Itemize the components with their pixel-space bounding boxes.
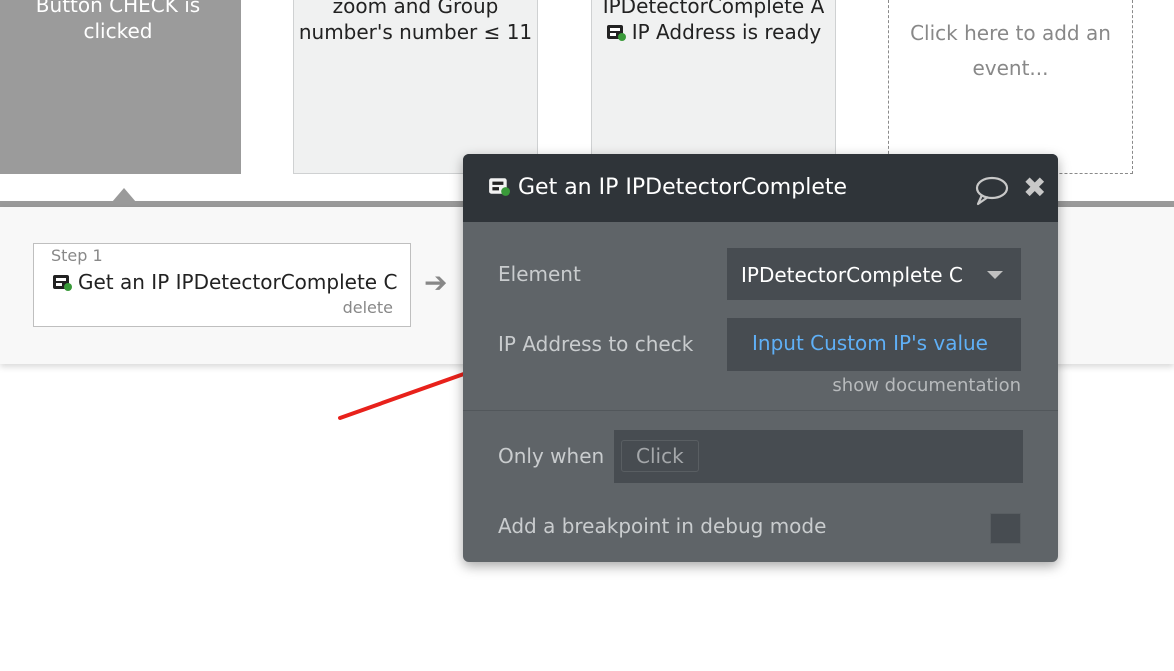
breakpoint-label: Add a breakpoint in debug mode	[498, 514, 827, 538]
event-card-line: Button CHECK is	[35, 0, 201, 17]
step-1-card[interactable]: Step 1 Get an IP IPDetectorComplete C de…	[33, 243, 411, 327]
only-when-placeholder[interactable]: Click	[621, 440, 699, 472]
arrow-right-icon: ➔	[424, 266, 448, 299]
event-card-ip-ready[interactable]: IPDetectorComplete A IP Address is ready	[591, 0, 836, 174]
plugin-icon	[606, 25, 626, 41]
event-card-line: IP Address is ready	[631, 20, 822, 44]
add-event-line: Click here to add an	[910, 21, 1111, 45]
element-label: Element	[498, 262, 581, 286]
selected-event-pointer	[112, 188, 136, 202]
ip-address-expression-field[interactable]: Input Custom IP's value	[727, 318, 1021, 371]
popup-header: Get an IP IPDetectorComplete ✖	[463, 154, 1058, 222]
step-title: Get an IP IPDetectorComplete C	[78, 270, 398, 294]
ip-address-expression-value[interactable]: Input Custom IP's value	[752, 331, 988, 355]
event-card-button-check[interactable]: Button CHECK is clicked	[0, 0, 241, 174]
event-card-line: number's number ≤ 11	[298, 20, 533, 44]
step-number: Step 1	[51, 246, 103, 265]
event-card-line-with-icon: IP Address is ready	[606, 19, 822, 45]
comment-icon[interactable]	[975, 176, 1009, 206]
caret-down-icon	[987, 271, 1003, 279]
ip-address-label: IP Address to check	[498, 332, 694, 356]
plugin-icon	[489, 178, 510, 196]
event-card-zoom-group[interactable]: zoom and Group number's number ≤ 11	[293, 0, 538, 174]
add-event-line: event...	[972, 56, 1049, 80]
event-card-line: clicked	[83, 19, 153, 43]
action-editor-popup: Get an IP IPDetectorComplete ✖ Element I…	[463, 154, 1058, 562]
only-when-field[interactable]: Click	[614, 430, 1023, 483]
event-card-line: zoom and Group	[332, 0, 499, 18]
plugin-icon	[53, 275, 72, 291]
add-event-card[interactable]: Click here to add an event...	[888, 0, 1133, 174]
popup-title-row: Get an IP IPDetectorComplete	[488, 175, 847, 200]
show-documentation-link[interactable]: show documentation	[832, 375, 1021, 396]
breakpoint-checkbox[interactable]	[990, 513, 1021, 544]
popup-title: Get an IP IPDetectorComplete	[518, 175, 848, 200]
step-title-row: Get an IP IPDetectorComplete C	[52, 270, 397, 294]
delete-step-link[interactable]: delete	[343, 298, 393, 317]
element-dropdown[interactable]: IPDetectorComplete C	[727, 248, 1021, 300]
only-when-label: Only when	[498, 444, 605, 468]
close-icon[interactable]: ✖	[1023, 174, 1046, 202]
element-dropdown-value: IPDetectorComplete C	[741, 263, 963, 287]
popup-divider	[463, 410, 1058, 411]
event-card-line: IPDetectorComplete A	[602, 0, 825, 18]
